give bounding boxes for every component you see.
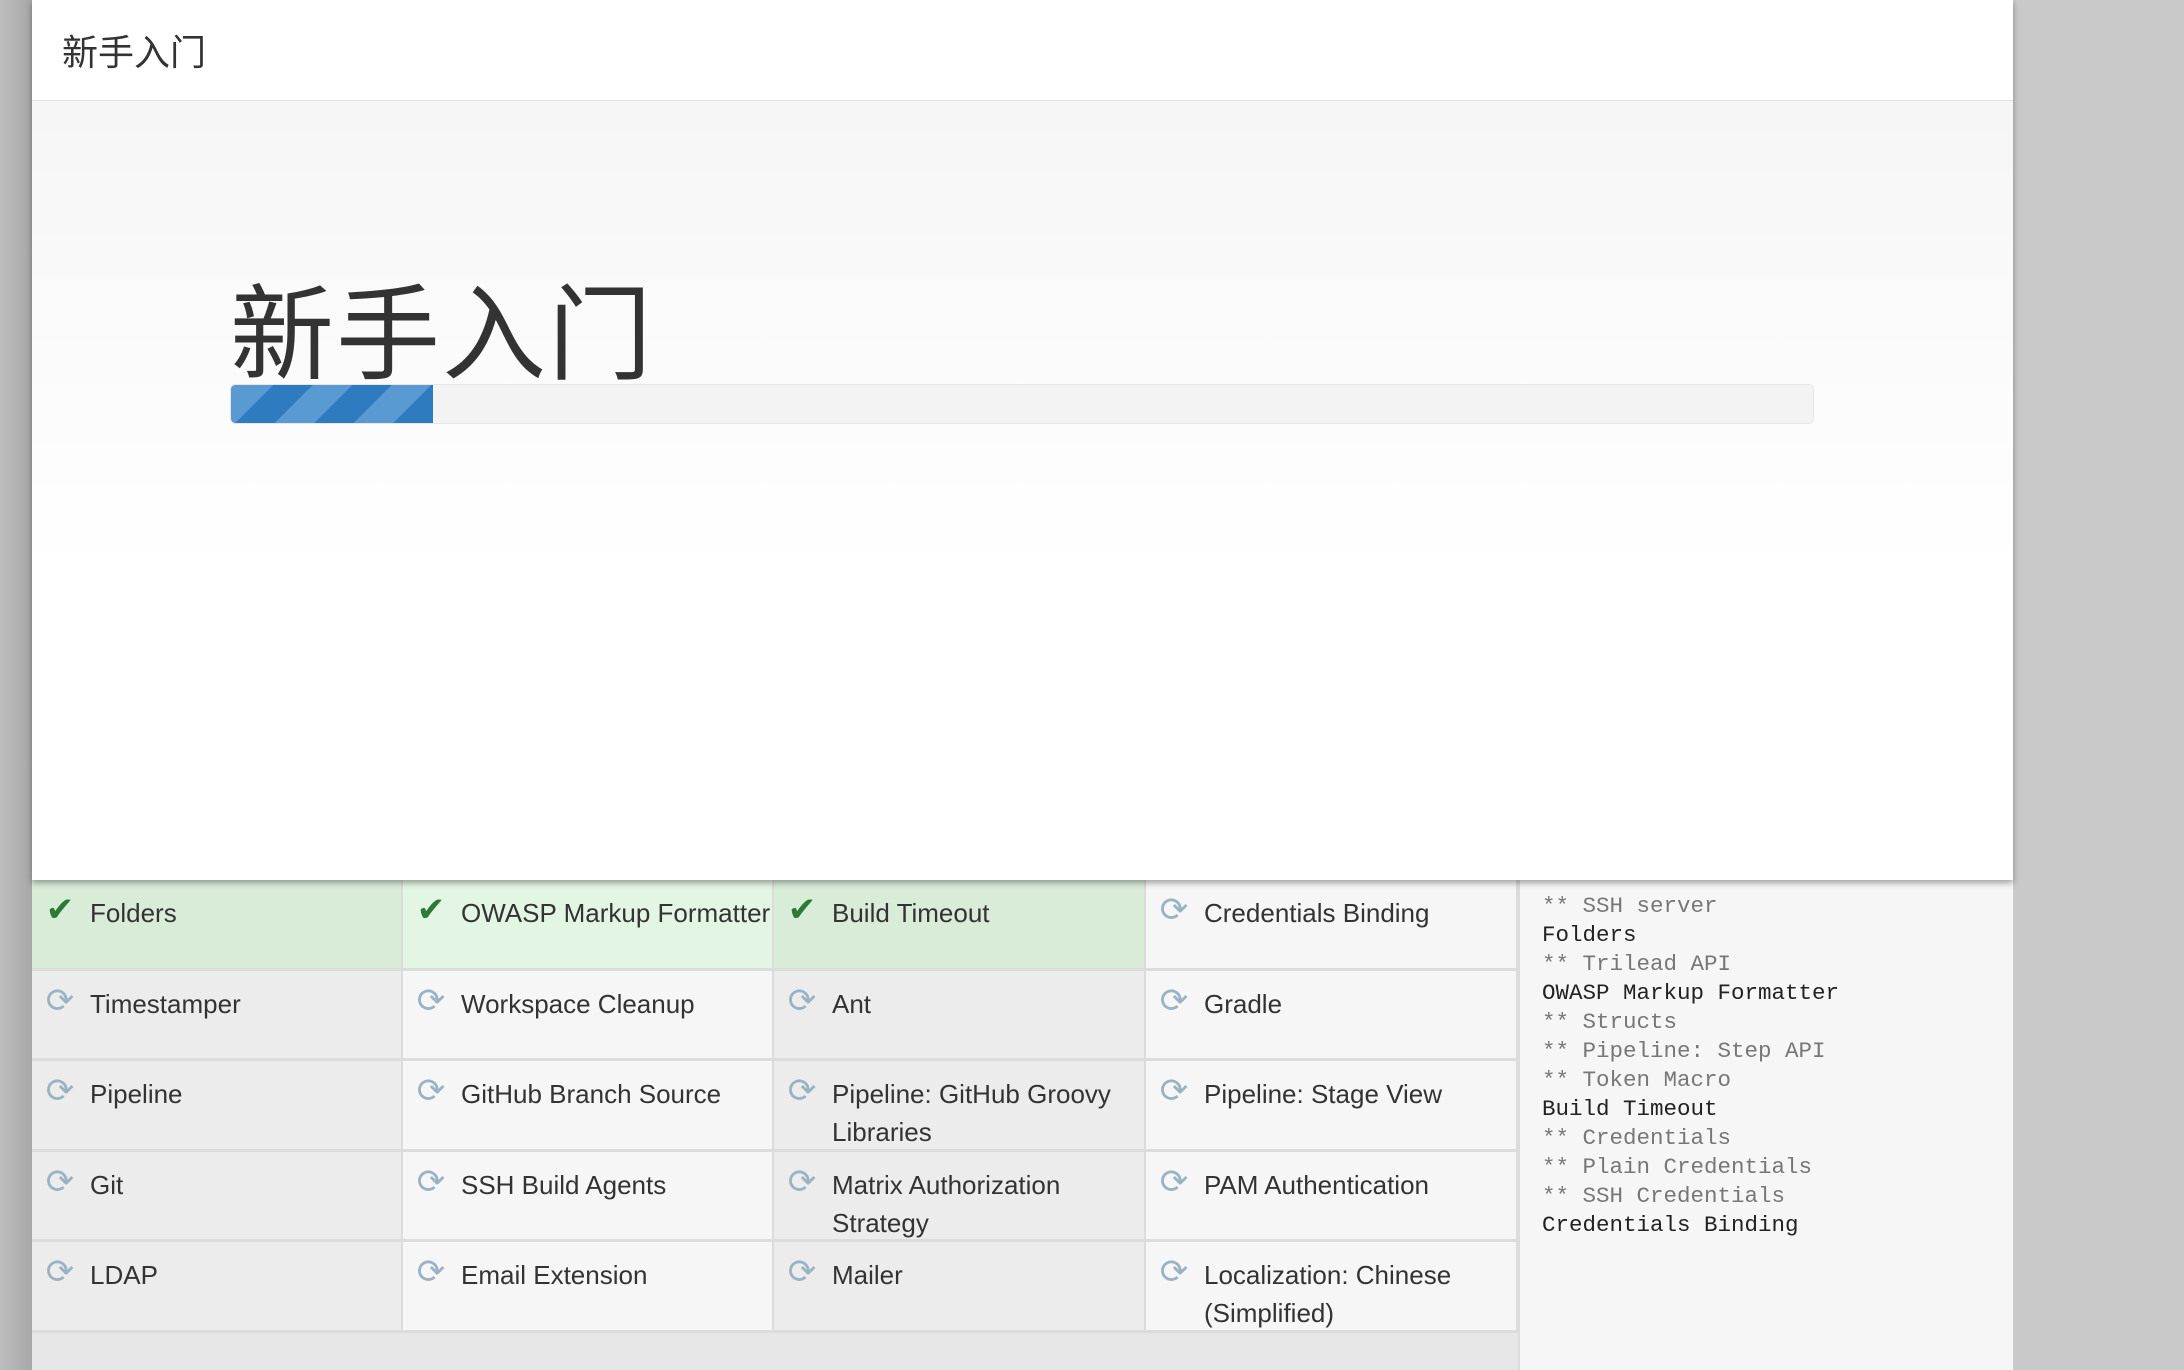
refresh-icon: ⟳	[787, 1253, 817, 1291]
plugin-name: Workspace Cleanup	[461, 988, 695, 1019]
log-line: Credentials Binding	[1542, 1212, 1799, 1238]
plugin-name: Localization: Chinese (Simplified)	[1204, 1260, 1452, 1328]
plugin-item: ⟳ Pipeline: Stage View	[1146, 1061, 1518, 1152]
plugin-item: ⟳ Localization: Chinese (Simplified)	[1146, 1242, 1518, 1333]
install-log: ** SSH server Folders ** Trilead API OWASP …	[1518, 880, 2013, 1370]
refresh-icon: ⟳	[787, 1162, 817, 1201]
window-edge	[0, 0, 32, 1370]
plugin-item: ⟳ Workspace Cleanup	[403, 970, 774, 1061]
plugin-name: OWASP Markup Formatter	[461, 898, 771, 928]
check-icon: ✔	[45, 891, 75, 929]
refresh-icon: ⟳	[1159, 981, 1189, 1020]
refresh-icon: ⟳	[416, 1253, 446, 1291]
plugin-item: ⟳ Gradle	[1146, 970, 1518, 1061]
plugin-name: Pipeline: GitHub Groovy Libraries	[832, 1079, 1111, 1147]
panel-body: 新手入门	[32, 101, 2013, 880]
log-line: OWASP Markup Formatter	[1542, 980, 1840, 1006]
log-line: ** Credentials	[1542, 1125, 1732, 1151]
plugin-item: ⟳ LDAP	[32, 1242, 403, 1333]
refresh-icon: ⟳	[45, 981, 75, 1020]
refresh-icon: ⟳	[787, 1072, 817, 1110]
plugin-item: ✔ OWASP Markup Formatter	[403, 880, 774, 971]
plugin-item: ⟳ Git	[32, 1151, 403, 1242]
plugin-name: Ant	[832, 988, 872, 1019]
plugin-name: SSH Build Agents	[461, 1169, 667, 1200]
refresh-icon: ⟳	[416, 981, 446, 1020]
setup-panel: 新手入门 新手入门	[32, 0, 2013, 880]
log-line: ** SSH server	[1542, 893, 1718, 919]
refresh-icon: ⟳	[416, 1162, 446, 1201]
plugin-name: PAM Authentication	[1204, 1169, 1429, 1200]
refresh-icon: ⟳	[416, 1072, 446, 1110]
plugin-item: ✔ Folders	[32, 880, 403, 971]
header-title: 新手入门	[32, 0, 2013, 101]
plugin-item: ⟳ Mailer	[774, 1242, 1146, 1333]
log-line: ** Token Macro	[1542, 1067, 1732, 1093]
plugin-name: Pipeline: Stage View	[1204, 1079, 1443, 1109]
log-line: ** SSH Credentials	[1542, 1183, 1786, 1209]
plugin-item: ⟳ Pipeline	[32, 1061, 403, 1152]
page-title: 新手入门	[230, 278, 655, 394]
plugin-name: LDAP	[90, 1260, 158, 1290]
plugin-item: ⟳ Ant	[774, 970, 1146, 1061]
refresh-icon: ⟳	[787, 981, 817, 1020]
check-icon: ✔	[787, 891, 817, 929]
plugin-name: Git	[90, 1169, 124, 1200]
plugin-name: Matrix Authorization Strategy	[832, 1169, 1061, 1238]
plugin-item: ⟳ PAM Authentication	[1146, 1151, 1518, 1242]
plugin-item: ⟳ Email Extension	[403, 1242, 774, 1333]
log-line: ** Structs	[1542, 1009, 1678, 1035]
plugin-item: ⟳ Credentials Binding	[1146, 880, 1518, 971]
log-line: Folders	[1542, 922, 1637, 948]
check-icon: ✔	[416, 891, 446, 929]
refresh-icon: ⟳	[45, 1162, 75, 1201]
refresh-icon: ⟳	[1159, 891, 1189, 929]
plugin-name: Timestamper	[90, 988, 241, 1019]
plugin-name: Folders	[90, 898, 177, 928]
plugin-name: Credentials Binding	[1204, 898, 1430, 928]
refresh-icon: ⟳	[45, 1072, 75, 1110]
plugin-name: Build Timeout	[832, 898, 990, 928]
plugin-install-area: ✔ Folders ✔ OWASP Markup Formatter ✔ Build Ti…	[32, 880, 2013, 1370]
log-line: ** Pipeline: Step API	[1542, 1038, 1826, 1064]
plugin-name: Pipeline	[90, 1079, 183, 1109]
plugin-item: ⟳ Matrix Authorization Strategy	[774, 1151, 1146, 1242]
plugin-name: Email Extension	[461, 1260, 648, 1290]
log-line: ** Trilead API	[1542, 951, 1732, 977]
refresh-icon: ⟳	[1159, 1162, 1189, 1201]
progress-fill	[231, 385, 434, 423]
plugin-item: ✔ Build Timeout	[774, 880, 1146, 971]
log-line: ** Plain Credentials	[1542, 1154, 1813, 1180]
plugin-grid: ✔ Folders ✔ OWASP Markup Formatter ✔ Build Ti…	[32, 880, 1518, 1333]
plugin-item: ⟳ Pipeline: GitHub Groovy Libraries	[774, 1061, 1146, 1152]
plugin-item: ⟳ SSH Build Agents	[403, 1151, 774, 1242]
plugin-name: Gradle	[1204, 988, 1283, 1019]
log-line: Build Timeout	[1542, 1096, 1718, 1122]
plugin-name: GitHub Branch Source	[461, 1079, 722, 1109]
plugin-item: ⟳ GitHub Branch Source	[403, 1061, 774, 1152]
refresh-icon: ⟳	[45, 1253, 75, 1291]
refresh-icon: ⟳	[1159, 1072, 1189, 1110]
plugin-name: Mailer	[832, 1260, 903, 1290]
install-progress-bar	[230, 384, 1814, 424]
refresh-icon: ⟳	[1159, 1253, 1189, 1291]
plugin-item: ⟳ Timestamper	[32, 970, 403, 1061]
